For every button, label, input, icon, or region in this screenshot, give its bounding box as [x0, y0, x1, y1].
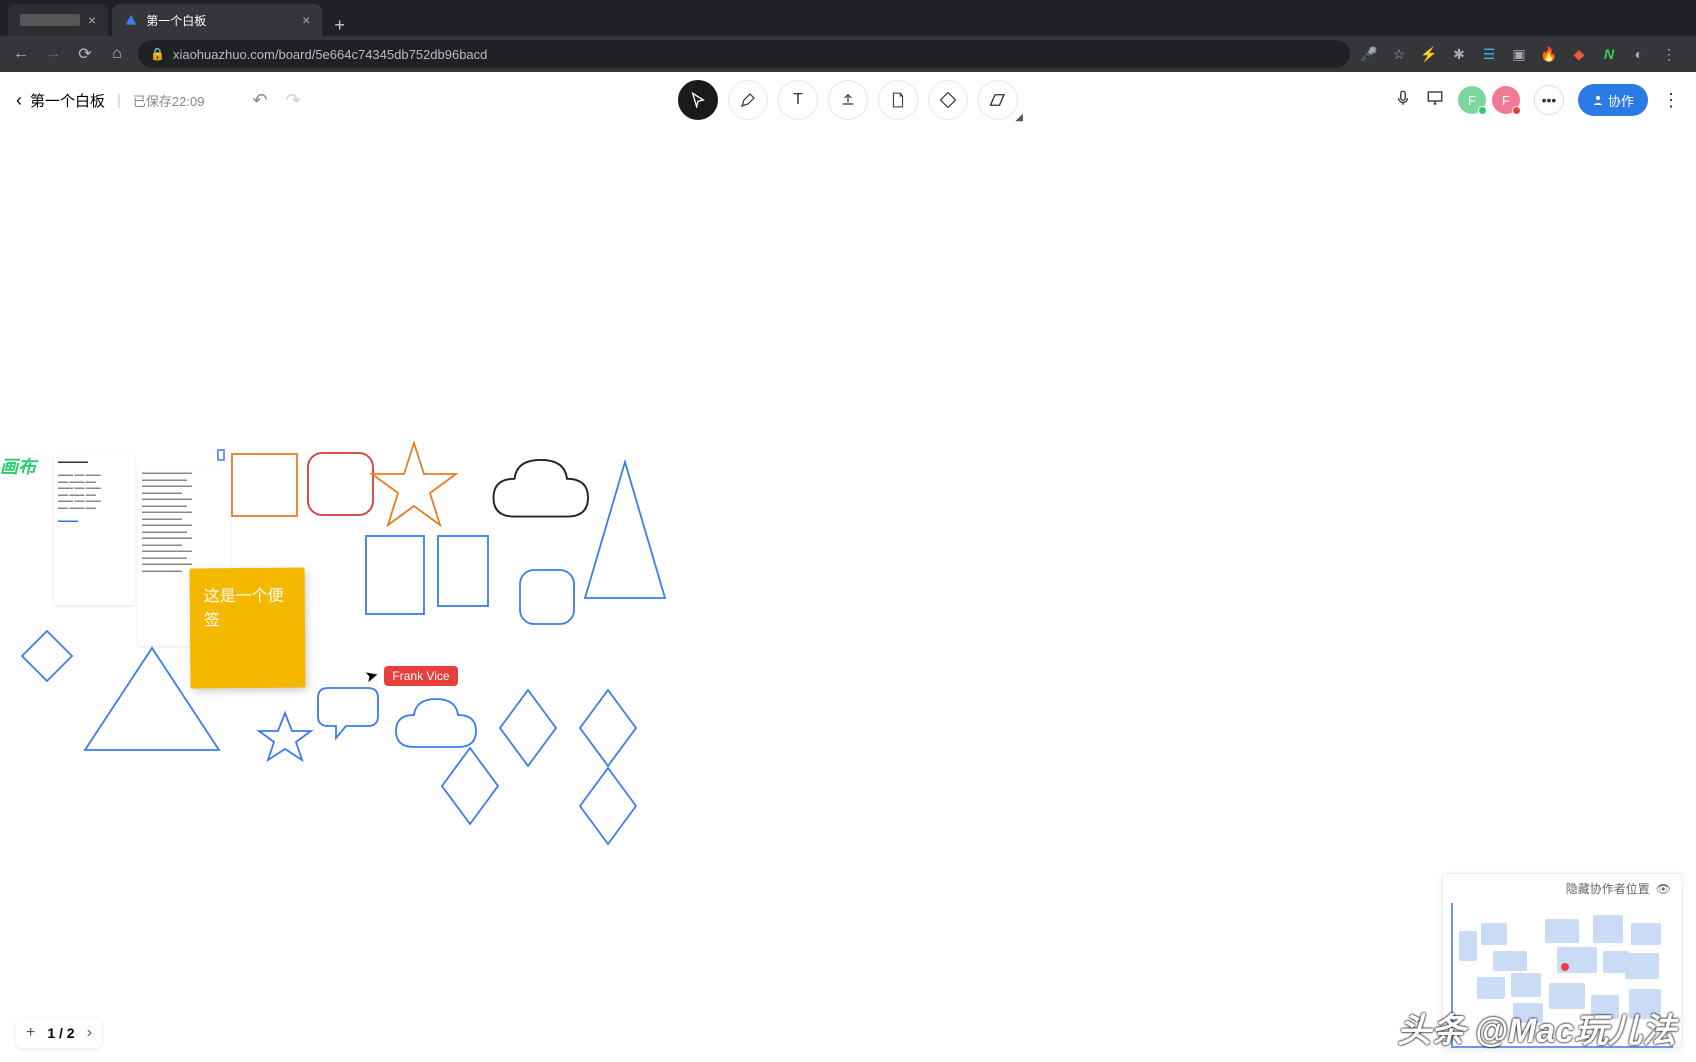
url-text: xiaohuazhuo.com/board/5e664c74345db752db… — [173, 47, 487, 62]
snowflake-icon[interactable]: ✱ — [1450, 45, 1468, 63]
minimap-panel[interactable]: 隐藏协作者位置 👁 — [1442, 873, 1682, 1048]
minimap-viewport[interactable] — [1451, 903, 1673, 1048]
shapes-layer — [0, 128, 1400, 1028]
eye-icon[interactable]: 👁 — [1656, 882, 1671, 896]
doc-tool[interactable] — [878, 80, 918, 120]
image-icon[interactable]: ▣ — [1510, 45, 1528, 63]
collab-button[interactable]: 协作 — [1578, 84, 1648, 116]
board-title: 第一个白板 — [30, 90, 105, 111]
shape-tool[interactable] — [928, 80, 968, 120]
profile-icon[interactable]: ◐ — [1630, 45, 1648, 63]
mic-icon[interactable]: 🎤 — [1360, 45, 1378, 63]
menu-icon[interactable]: ⋮ — [1660, 45, 1678, 63]
collaborator-cursor: ➤ Frank Vice — [365, 666, 458, 686]
page-indicator: 1 / 2 — [47, 1025, 74, 1041]
drop-icon[interactable]: 🔥 — [1540, 45, 1558, 63]
undo-button[interactable]: ↶ — [252, 90, 267, 111]
close-icon[interactable]: × — [302, 12, 310, 28]
select-tool[interactable] — [678, 80, 718, 120]
home-icon[interactable]: ⌂ — [106, 45, 128, 63]
n-icon[interactable]: N — [1600, 45, 1618, 63]
tab-title: 第一个白板 — [146, 12, 206, 29]
new-tab-button[interactable]: + — [322, 15, 357, 36]
more-button[interactable]: ••• — [1534, 85, 1564, 115]
present-button[interactable] — [1426, 89, 1444, 112]
star-icon[interactable]: ☆ — [1390, 45, 1408, 63]
expand-corner-icon: ◢ — [1015, 112, 1023, 123]
close-icon[interactable]: × — [88, 12, 96, 28]
forward-icon[interactable]: → — [42, 45, 64, 63]
avatar-user-2[interactable]: F — [1492, 86, 1520, 114]
app-toolbar: ‹ 第一个白板 | 已保存22:09 ↶ ↷ T ◢ — [0, 72, 1696, 128]
text-tool[interactable]: T — [778, 80, 818, 120]
kebab-menu[interactable]: ⋮ — [1662, 90, 1680, 111]
page-navigator: + 1 / 2 › — [16, 1018, 102, 1048]
collaborator-name: Frank Vice — [384, 666, 457, 686]
url-input[interactable]: 🔒 xiaohuazhuo.com/board/5e664c74345db752… — [138, 40, 1350, 68]
avatar-user-1[interactable]: F — [1458, 86, 1486, 114]
cursor-icon: ➤ — [363, 665, 381, 688]
browser-tab-1[interactable]: × — [8, 4, 108, 36]
bars-icon[interactable]: ☰ — [1480, 45, 1498, 63]
erase-tool[interactable]: ◢ — [978, 80, 1018, 120]
upload-tool[interactable] — [828, 80, 868, 120]
whiteboard-canvas[interactable]: 画布 ▬▬▬▬▬▬▬▬▬ ▬▬ ▬▬▬▬▬ ▬▬▬ ▬▬▬▬▬ ▬▬ ▬▬▬▬▬… — [0, 128, 1696, 1062]
back-button[interactable]: ‹ — [16, 90, 22, 111]
tool-palette: T ◢ — [678, 80, 1018, 120]
redo-button[interactable]: ↷ — [286, 90, 301, 111]
bolt-icon[interactable]: ⚡ — [1420, 45, 1438, 63]
shield-icon[interactable]: ◆ — [1570, 45, 1588, 63]
add-page-button[interactable]: + — [26, 1024, 35, 1042]
mic-button[interactable] — [1394, 89, 1412, 112]
browser-tab-strip: × 第一个白板 × + — [0, 0, 1696, 36]
save-status: 已保存22:09 — [133, 91, 205, 110]
browser-tab-2[interactable]: 第一个白板 × — [112, 4, 322, 36]
lock-icon: 🔒 — [150, 47, 165, 61]
minimap-label: 隐藏协作者位置 — [1566, 880, 1650, 897]
reload-icon[interactable]: ⟳ — [74, 44, 96, 64]
back-icon[interactable]: ← — [10, 45, 32, 63]
address-bar: ← → ⟳ ⌂ 🔒 xiaohuazhuo.com/board/5e664c74… — [0, 36, 1696, 72]
next-page-button[interactable]: › — [87, 1024, 92, 1042]
pen-tool[interactable] — [728, 80, 768, 120]
